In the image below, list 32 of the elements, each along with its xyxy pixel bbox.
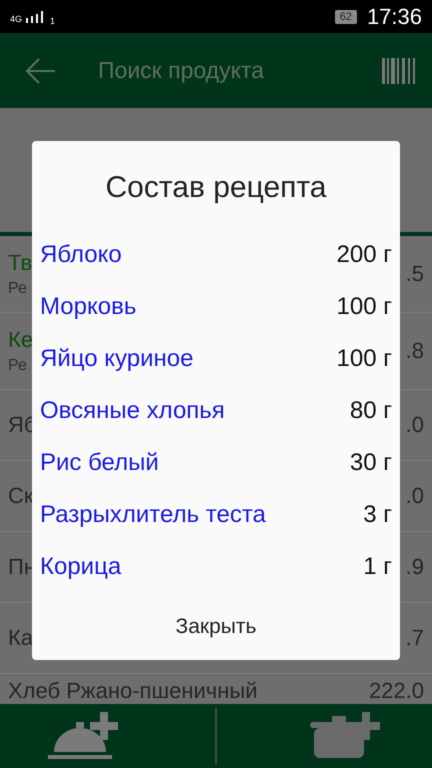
calorie-value: .8 (406, 338, 424, 364)
barcode-icon[interactable] (382, 58, 416, 84)
ingredient-amount: 200 г (336, 241, 392, 269)
clock: 17:36 (366, 4, 422, 30)
back-arrow-icon[interactable] (24, 56, 56, 85)
battery-indicator: 62 (334, 10, 357, 24)
ingredient-amount: 80 г (350, 397, 392, 425)
ingredient-amount: 30 г (350, 449, 392, 477)
calorie-value: .9 (406, 554, 424, 580)
product-subtitle: Ре (8, 280, 28, 298)
ingredient-amount: 3 г (363, 501, 392, 529)
ingredient-name[interactable]: Овсяные хлопья (40, 397, 225, 425)
close-button[interactable]: Закрыть (160, 607, 272, 647)
ingredient-name[interactable]: Яблоко (40, 241, 122, 269)
screen-title: Поиск продукта (98, 57, 265, 84)
ingredient-name[interactable]: Разрыхлитель теста (40, 501, 266, 529)
ingredient-name[interactable]: Корица (40, 553, 122, 581)
dialog-title: Состав рецепта (104, 171, 328, 205)
ingredient-name[interactable]: Морковь (40, 293, 136, 321)
calorie-value: .0 (406, 412, 424, 438)
product-subtitle: Ре (8, 357, 28, 376)
calorie-value: .7 (406, 625, 424, 652)
ingredient-amount: 1 г (363, 553, 392, 581)
ingredient-amount: 100 г (336, 345, 392, 373)
calorie-value: .0 (406, 483, 424, 510)
network-type: 4G (10, 14, 22, 24)
calorie-value: .5 (406, 261, 424, 288)
calorie-value: 222.0 (368, 678, 424, 704)
ingredient-name[interactable]: Яйцо куриное (40, 345, 194, 373)
ingredient-name[interactable]: Рис белый (40, 449, 159, 477)
ingredient-amount: 100 г (336, 293, 392, 321)
sim-number: 1 (50, 16, 56, 26)
